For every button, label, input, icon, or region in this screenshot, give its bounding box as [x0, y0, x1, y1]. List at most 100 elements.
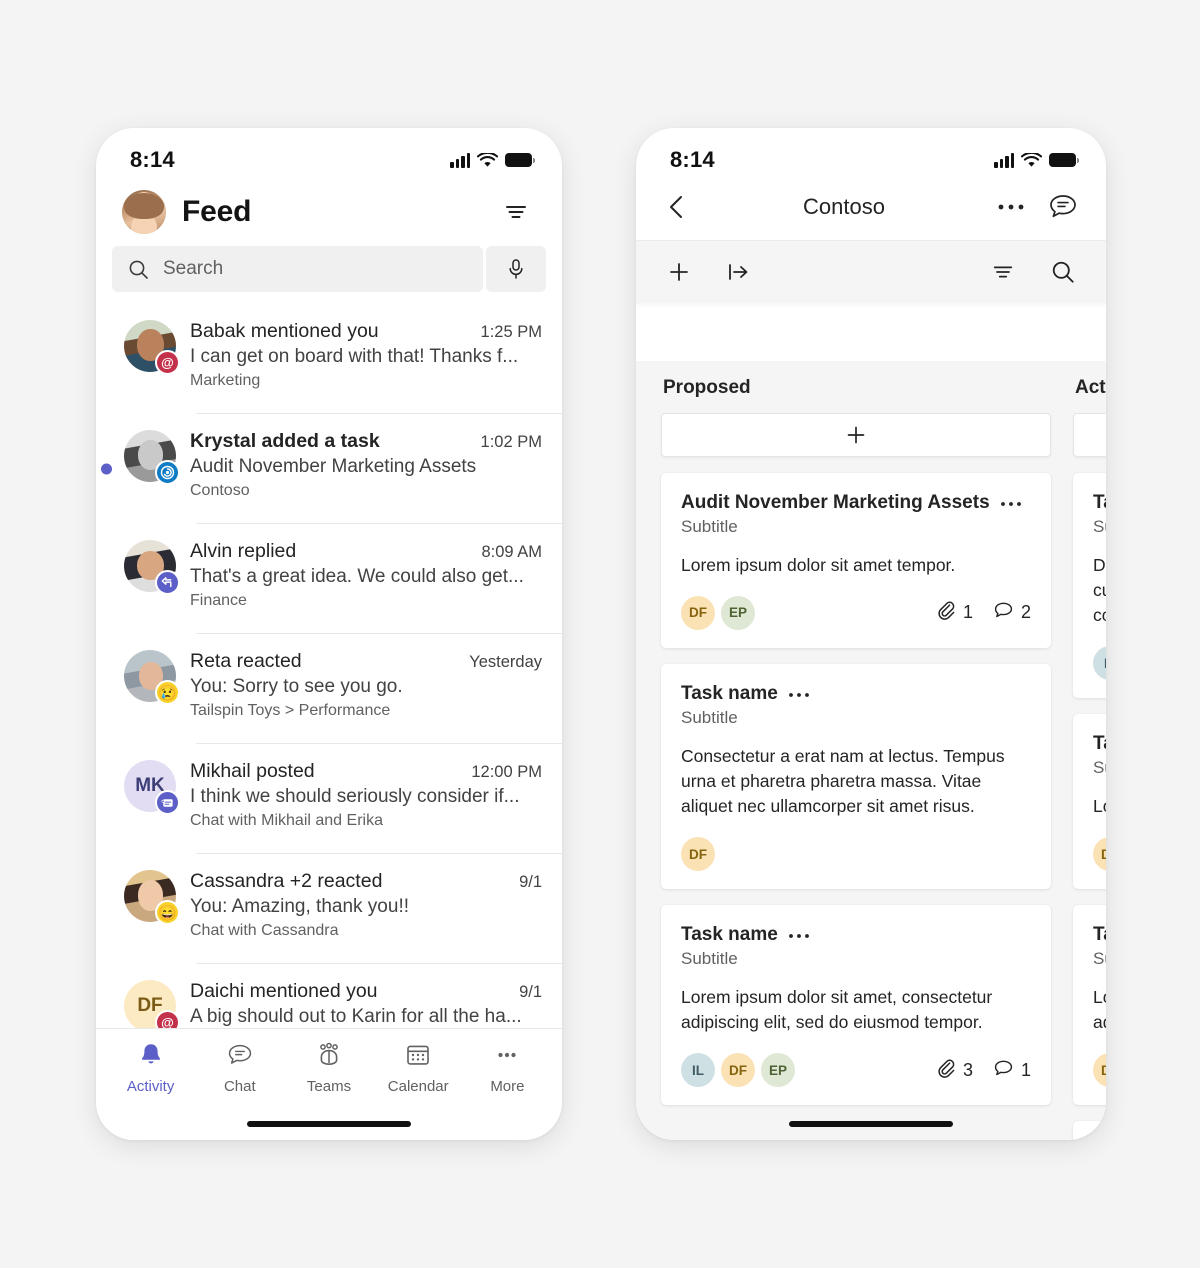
avatar[interactable]	[122, 190, 166, 234]
avatar[interactable]: @	[124, 320, 180, 375]
microphone-icon[interactable]	[486, 246, 546, 292]
task-card[interactable]: Task nameSubtitle	[1073, 1121, 1106, 1140]
feed-item-time: 12:00 PM	[471, 763, 542, 781]
chevron-left-icon[interactable]	[658, 188, 696, 226]
avatar[interactable]: 😢	[124, 650, 180, 705]
add-task-button[interactable]	[1073, 413, 1106, 457]
feed-item-content: Alvin replied 8:09 AM That's a great idea.…	[190, 540, 542, 610]
add-task-button[interactable]	[661, 413, 1051, 457]
plus-icon[interactable]	[660, 253, 698, 291]
task-title: Task name	[1093, 1139, 1106, 1140]
emoji-badge-icon: 😢	[155, 680, 180, 705]
feed-item[interactable]: Krystal added a task 1:02 PM Audit Novembe…	[96, 414, 562, 524]
feed-item-content: Cassandra +2 reacted 9/1 You: Amazing, tha…	[190, 870, 542, 940]
feed-item-time: 9/1	[519, 873, 542, 891]
feed-item[interactable]: 😢 Reta reacted Yesterday You: Sorry to see …	[96, 634, 562, 744]
feed-item-preview: That's a great idea. We could also get..…	[190, 566, 524, 587]
comment-icon	[993, 1058, 1014, 1083]
feed-item-title: Mikhail posted	[190, 760, 315, 782]
tab-label: More	[490, 1078, 525, 1095]
task-body: Lorem ipsum dolor sit amet, consectetur …	[1093, 987, 1106, 1033]
activity-feed-list[interactable]: @ Babak mentioned you 1:25 PM I can get on …	[96, 304, 562, 1074]
assignee-avatar[interactable]: DF	[721, 1053, 755, 1088]
attachment-icon	[936, 1058, 956, 1083]
avatar[interactable]	[124, 430, 180, 485]
post-badge-icon	[155, 790, 180, 815]
task-card[interactable]: Task name Subtitle Consectetur a erat nam …	[661, 663, 1051, 890]
assignee-avatar[interactable]: DF	[681, 595, 715, 630]
feed-item[interactable]: Alvin replied 8:09 AM That's a great idea.…	[96, 524, 562, 634]
task-card[interactable]: Audit November Marketing Assets Subtitle L…	[661, 473, 1051, 648]
assignee-avatar[interactable]: DF	[1093, 837, 1106, 872]
tab-teams[interactable]: Teams	[284, 1041, 373, 1095]
feed-item[interactable]: MK Mikhail posted 12:00 PM I think we shoul…	[96, 744, 562, 854]
chat-bubble-icon[interactable]	[1044, 188, 1082, 226]
avatar[interactable]: 😄	[124, 870, 180, 925]
more-horizontal-icon	[493, 1041, 521, 1074]
assignee-avatar[interactable]: DF	[681, 837, 715, 872]
task-body: Lorem ipsum dolor sit amet, consectetur …	[681, 987, 993, 1033]
avatar[interactable]: MK	[124, 760, 180, 815]
tab-calendar[interactable]: Calendar	[374, 1041, 463, 1095]
task-body: Dignissim enim sit amet venenatis urna c…	[1093, 554, 1106, 626]
filter-icon[interactable]	[984, 253, 1022, 291]
assignee-list: DF	[1093, 837, 1106, 872]
more-horizontal-icon[interactable]	[788, 923, 810, 940]
task-meta: 12	[924, 600, 1031, 625]
assignee-avatar[interactable]: IL	[1093, 646, 1106, 681]
wifi-icon	[477, 152, 498, 167]
feed-item-title: Cassandra +2 reacted	[190, 870, 383, 892]
avatar[interactable]: DF @	[124, 980, 180, 1035]
search-input[interactable]: Search	[112, 246, 483, 292]
tab-activity[interactable]: Activity	[106, 1041, 195, 1095]
task-card[interactable]: Task name Subtitle Lorem ipsum dolor sit a…	[661, 905, 1051, 1106]
filter-icon[interactable]	[496, 192, 536, 232]
kanban-board[interactable]: Proposed Audit November Marketing Assets S…	[636, 361, 1106, 1140]
tab-label: Calendar	[387, 1078, 449, 1095]
feed-item-content: Mikhail posted 12:00 PM I think we should …	[190, 760, 542, 830]
more-horizontal-icon[interactable]	[788, 682, 810, 699]
task-title: Task name	[681, 924, 778, 946]
reply-badge-icon	[155, 570, 180, 595]
search-icon[interactable]	[1044, 253, 1082, 291]
assignee-avatar[interactable]: EP	[761, 1053, 795, 1088]
status-time: 8:14	[670, 147, 715, 172]
attachment-number: 3	[962, 1059, 973, 1080]
attachment-count: 3	[936, 1058, 973, 1083]
feed-item-context: Contoso	[190, 482, 250, 499]
status-time: 8:14	[130, 147, 175, 172]
unread-indicator	[101, 463, 112, 475]
task-card[interactable]: Task name Subtitle Lorem ipsum dolor sit a…	[1073, 905, 1106, 1106]
comment-number: 1	[1020, 1059, 1031, 1080]
task-card[interactable]: Task name Subtitle Lorem ipsum dolor sit a…	[1073, 714, 1106, 890]
avatar[interactable]	[124, 540, 180, 595]
tab-label: Chat	[223, 1078, 256, 1095]
task-title: Task name	[1093, 924, 1106, 946]
feed-item-title: Daichi mentioned you	[190, 980, 378, 1002]
more-horizontal-icon[interactable]	[1000, 491, 1022, 508]
feed-item[interactable]: @ Babak mentioned you 1:25 PM I can get on …	[96, 304, 562, 414]
assignee-avatar[interactable]: IL	[681, 1053, 715, 1088]
task-body: Consectetur a erat nam at lectus. Tempus…	[681, 745, 1005, 817]
phone-right-task-board: 8:14 Contoso Proposed Audit November Mar…	[636, 128, 1106, 1140]
bell-icon	[137, 1041, 165, 1074]
page-title: Feed	[182, 195, 252, 228]
tab-more[interactable]: More	[463, 1041, 552, 1095]
more-horizontal-icon[interactable]	[992, 188, 1030, 226]
attachment-number: 1	[962, 602, 973, 623]
tab-label: Teams	[306, 1078, 352, 1095]
task-title: Audit November Marketing Assets	[681, 492, 990, 513]
task-card[interactable]: Task name Subtitle Dignissim enim sit amet…	[1073, 473, 1106, 699]
task-subtitle: Subtitle	[681, 949, 738, 968]
task-subtitle: Subtitle	[681, 707, 738, 727]
calendar-icon	[404, 1041, 432, 1074]
feed-item[interactable]: 😄 Cassandra +2 reacted 9/1 You: Amazing, th…	[96, 854, 562, 964]
assignee-avatar[interactable]: DF	[1093, 1053, 1106, 1088]
task-subtitle: Subtitle	[1093, 949, 1106, 968]
arrow-export-icon[interactable]	[720, 253, 758, 291]
feed-item-content: Babak mentioned you 1:25 PM I can get on b…	[190, 320, 542, 390]
tab-chat[interactable]: Chat	[195, 1041, 284, 1095]
status-bar-right: 8:14	[636, 128, 1106, 182]
feed-item-preview: A big should out to Karin for all the ha…	[190, 1006, 522, 1027]
assignee-avatar[interactable]: EP	[721, 595, 755, 630]
